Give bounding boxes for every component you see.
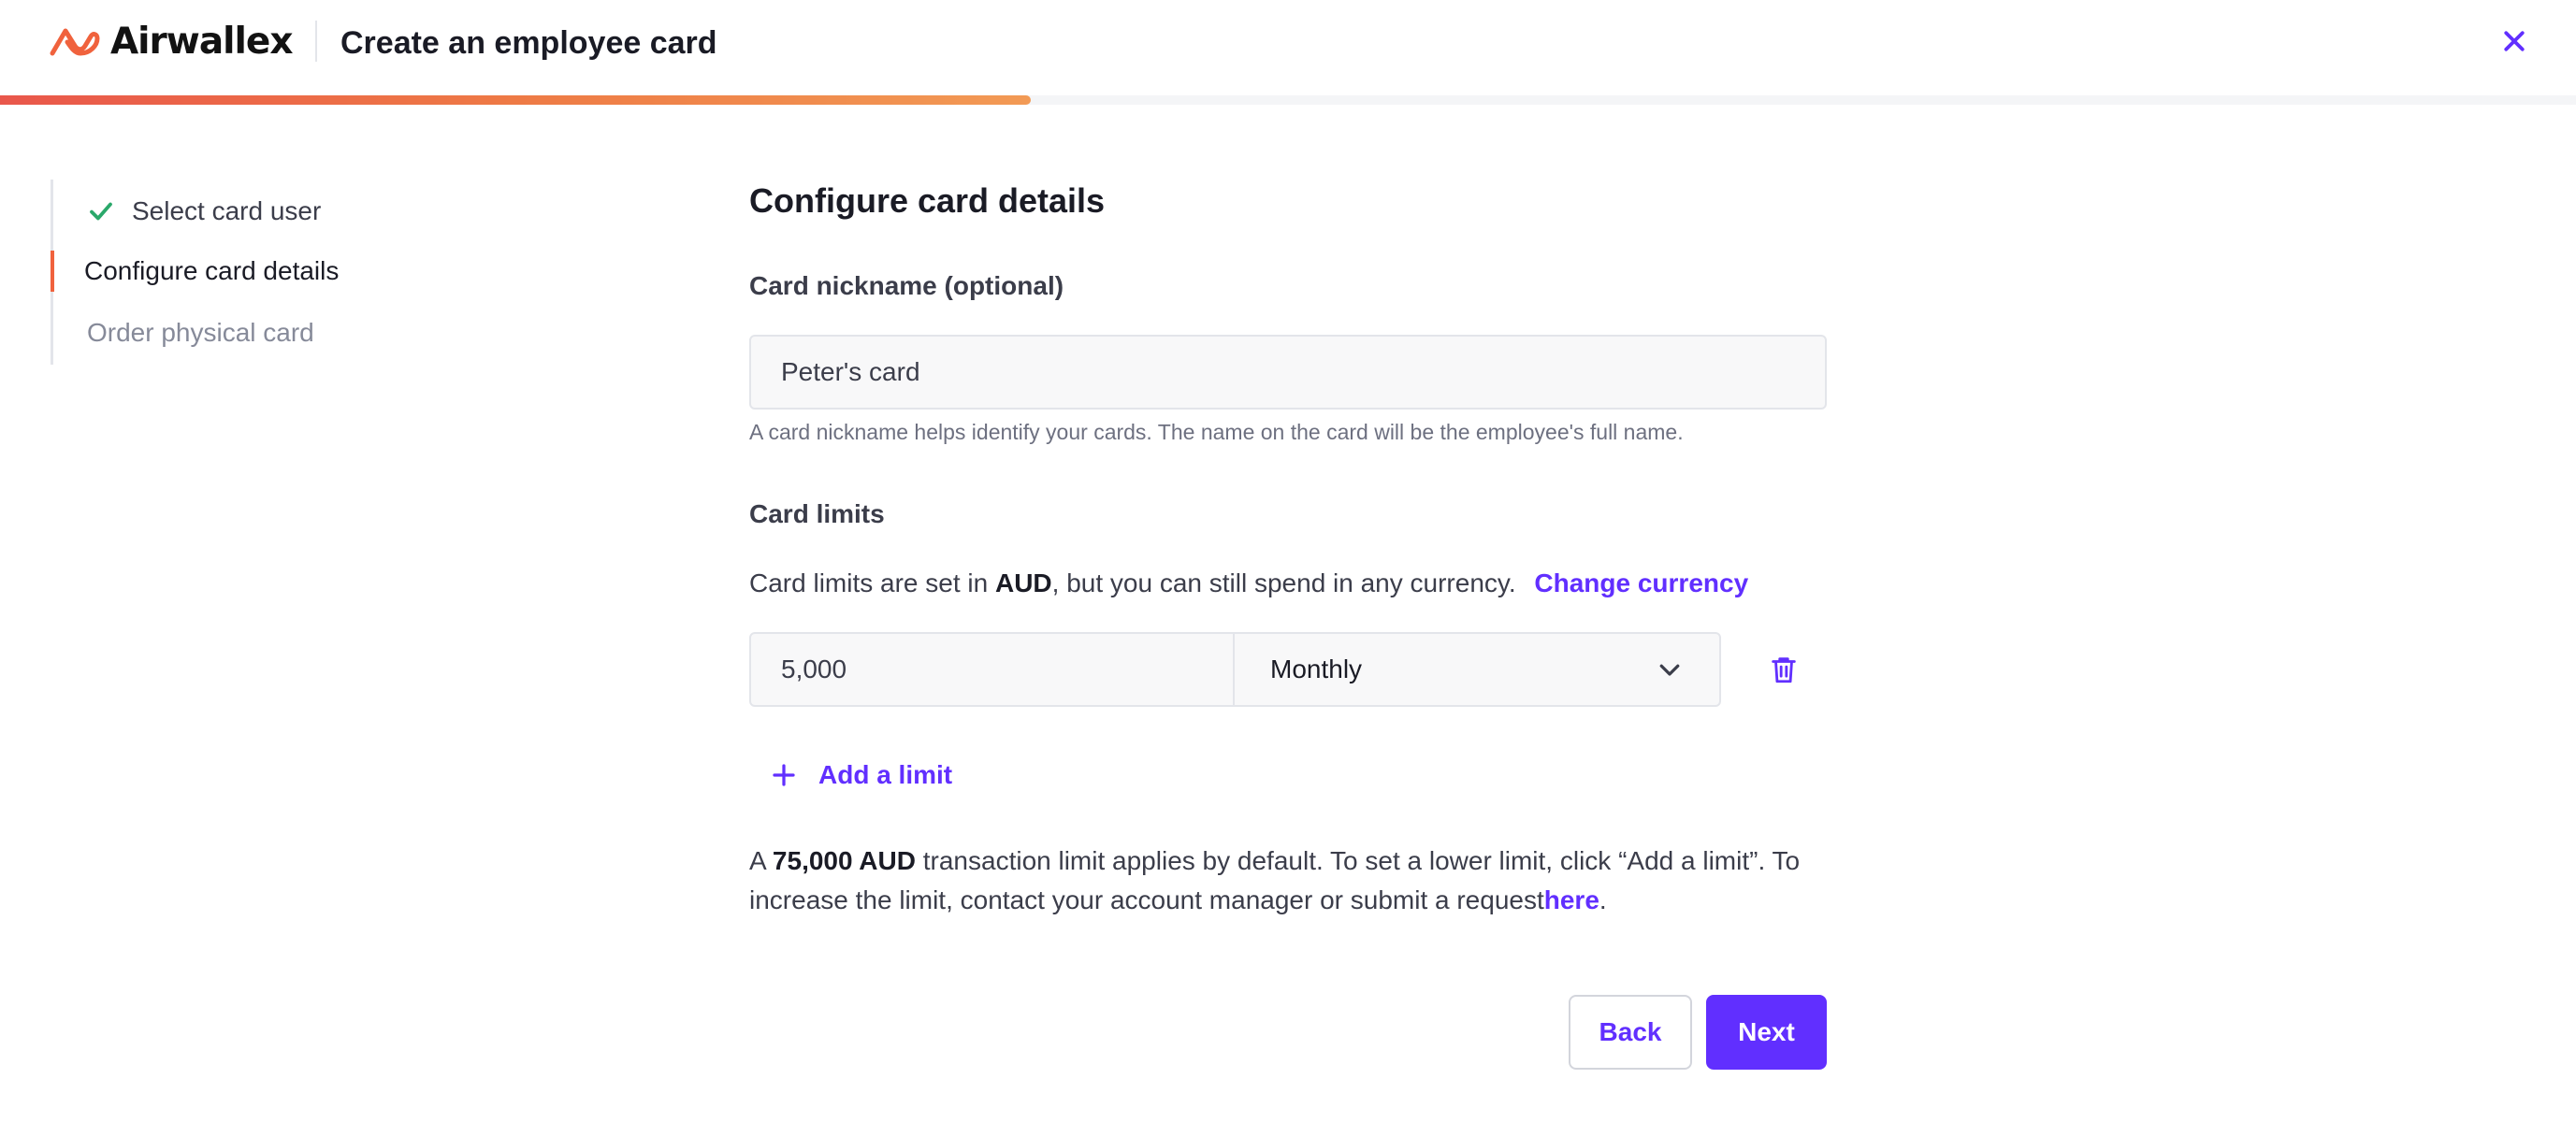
step-label: Order physical card: [87, 318, 314, 347]
nickname-input[interactable]: Peter's card: [749, 335, 1827, 410]
airwallex-logo-icon: [50, 28, 100, 56]
notice-suffix: .: [1599, 885, 1607, 914]
close-icon: [2504, 31, 2525, 51]
step-order-physical-card: Order physical card: [53, 312, 314, 353]
limit-amount-input[interactable]: 5,000: [749, 632, 1235, 707]
step-configure-card-details: Configure card details: [50, 251, 340, 292]
step-label: Configure card details: [84, 256, 340, 285]
limit-period-select[interactable]: Monthly: [1233, 632, 1721, 707]
page-title: Create an employee card: [340, 25, 717, 61]
header-divider: [315, 21, 317, 62]
next-button[interactable]: Next: [1706, 995, 1827, 1070]
limits-currency: AUD: [994, 568, 1052, 597]
chevron-down-icon: [1659, 664, 1680, 676]
submit-request-link[interactable]: here: [1544, 885, 1599, 914]
card-limits-description: Card limits are set in AUD, but you can …: [749, 565, 1748, 602]
nickname-help-text: A card nickname helps identify your card…: [749, 420, 1684, 444]
nickname-label: Card nickname (optional): [749, 271, 1064, 300]
limits-desc-suffix: , but you can still spend in any currenc…: [1051, 568, 1516, 597]
check-icon: [87, 197, 115, 225]
form-title: Configure card details: [749, 181, 1106, 220]
notice-prefix: A: [749, 846, 773, 875]
add-limit-label: Add a limit: [818, 760, 953, 789]
card-details-form: Configure card details Card nickname (op…: [749, 0, 1827, 1122]
step-select-card-user[interactable]: Select card user: [53, 191, 321, 232]
default-limit-notice: A 75,000 AUD transaction limit applies b…: [749, 842, 1827, 920]
plus-icon: [773, 764, 795, 786]
brand-name: Airwallex: [110, 20, 293, 63]
airwallex-logo: Airwallex: [49, 20, 293, 63]
change-currency-link[interactable]: Change currency: [1534, 568, 1748, 597]
notice-amount: 75,000 AUD: [772, 846, 916, 875]
step-navigation: Select card user Configure card details …: [50, 180, 425, 365]
add-limit-button[interactable]: Add a limit: [770, 755, 952, 795]
limit-period-value: Monthly: [1270, 654, 1363, 683]
back-button[interactable]: Back: [1569, 995, 1692, 1070]
step-label: Select card user: [132, 196, 322, 225]
limits-desc-prefix: Card limits are set in: [749, 568, 995, 597]
close-button[interactable]: [2496, 22, 2533, 60]
trash-icon: [1772, 657, 1796, 683]
delete-limit-button[interactable]: [1765, 651, 1802, 688]
card-limits-label: Card limits: [749, 499, 885, 528]
